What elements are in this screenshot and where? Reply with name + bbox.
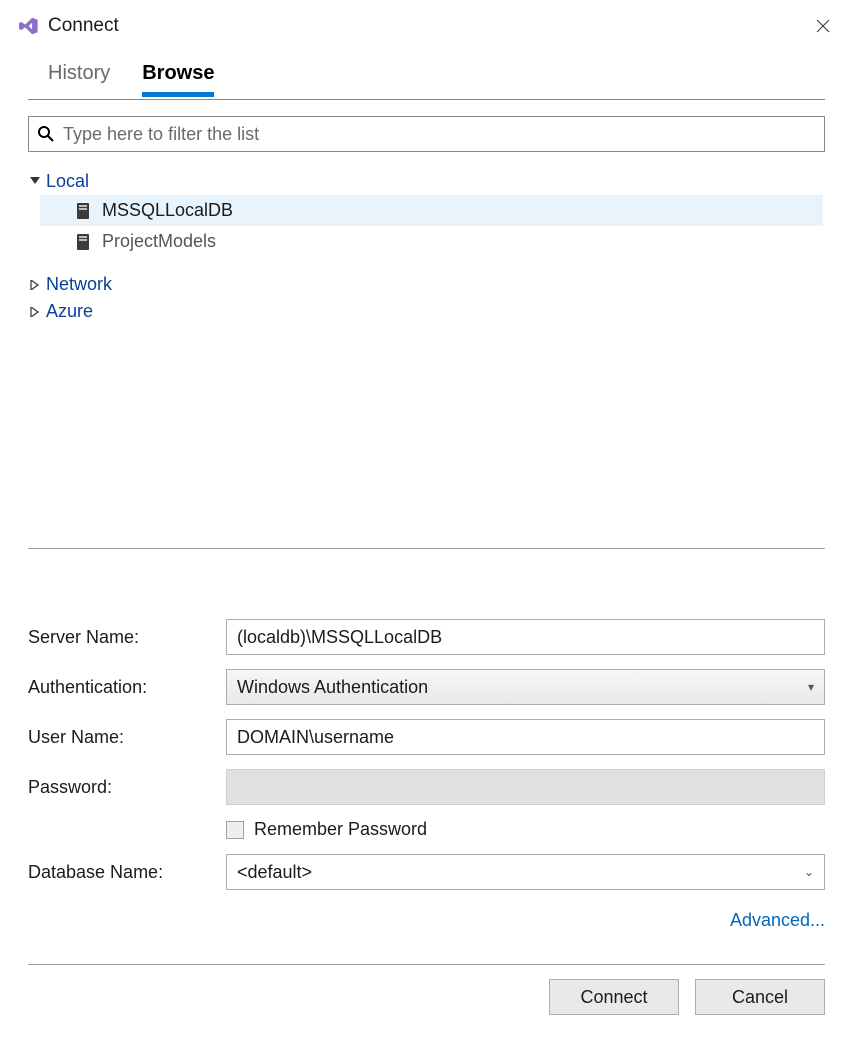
close-button[interactable]: [809, 12, 837, 40]
row-user-name: User Name:: [28, 719, 825, 755]
tree-group-network[interactable]: Network: [28, 271, 825, 298]
tree-group-local[interactable]: Local: [28, 168, 825, 195]
remember-password-checkbox[interactable]: [226, 821, 244, 839]
tree-group-azure[interactable]: Azure: [28, 298, 825, 325]
row-server-name: Server Name:: [28, 619, 825, 655]
tab-bar: History Browse: [0, 54, 853, 95]
database-name-select[interactable]: <default> ⌄: [226, 854, 825, 890]
close-icon: [816, 19, 830, 33]
footer-buttons: Connect Cancel: [28, 965, 825, 1015]
authentication-value: Windows Authentication: [237, 677, 428, 698]
label-user-name: User Name:: [28, 727, 226, 748]
divider-tabs: [28, 99, 825, 100]
label-password: Password:: [28, 777, 226, 798]
vs-logo-icon: [16, 14, 40, 38]
server-icon: [74, 201, 92, 221]
tree-item-label: MSSQLLocalDB: [102, 200, 233, 221]
authentication-select[interactable]: Windows Authentication ▾: [226, 669, 825, 705]
filter-input[interactable]: [63, 124, 818, 145]
advanced-link[interactable]: Advanced...: [730, 910, 825, 931]
filter-box[interactable]: [28, 116, 825, 152]
titlebar: Connect: [0, 0, 853, 48]
connect-dialog: Connect History Browse: [0, 0, 853, 1039]
tree-item-projectmodels[interactable]: ProjectModels: [40, 226, 823, 257]
chevron-down-icon: ⌄: [804, 865, 814, 879]
remember-password-label: Remember Password: [254, 819, 427, 840]
tree-item-label: ProjectModels: [102, 231, 216, 252]
database-name-value: <default>: [237, 862, 312, 883]
label-server-name: Server Name:: [28, 627, 226, 648]
row-authentication: Authentication: Windows Authentication ▾: [28, 669, 825, 705]
row-database-name: Database Name: <default> ⌄: [28, 854, 825, 890]
server-name-input[interactable]: [226, 619, 825, 655]
filter-row: [28, 116, 825, 152]
password-input: [226, 769, 825, 805]
connection-tree: Local MSSQLLocalDB ProjectModels: [28, 168, 825, 544]
advanced-row: Advanced...: [28, 910, 825, 931]
tab-browse[interactable]: Browse: [142, 54, 214, 95]
label-database-name: Database Name:: [28, 862, 226, 883]
label-authentication: Authentication:: [28, 677, 226, 698]
user-name-input[interactable]: [226, 719, 825, 755]
window-title: Connect: [48, 15, 809, 37]
chevron-down-icon: [30, 177, 46, 187]
row-remember-password: Remember Password: [28, 819, 825, 840]
tree-item-mssqllocaldb[interactable]: MSSQLLocalDB: [40, 195, 823, 226]
connect-button[interactable]: Connect: [549, 979, 679, 1015]
row-password: Password:: [28, 769, 825, 805]
tab-history[interactable]: History: [48, 54, 110, 95]
chevron-right-icon: [30, 307, 46, 317]
tree-group-label: Azure: [46, 301, 93, 322]
connection-form: Server Name: Authentication: Windows Aut…: [28, 619, 825, 904]
chevron-down-icon: ▾: [808, 680, 814, 694]
tree-group-label: Network: [46, 274, 112, 295]
cancel-button[interactable]: Cancel: [695, 979, 825, 1015]
server-icon: [74, 232, 92, 252]
chevron-right-icon: [30, 280, 46, 290]
tree-group-label: Local: [46, 171, 89, 192]
search-icon: [35, 123, 57, 145]
